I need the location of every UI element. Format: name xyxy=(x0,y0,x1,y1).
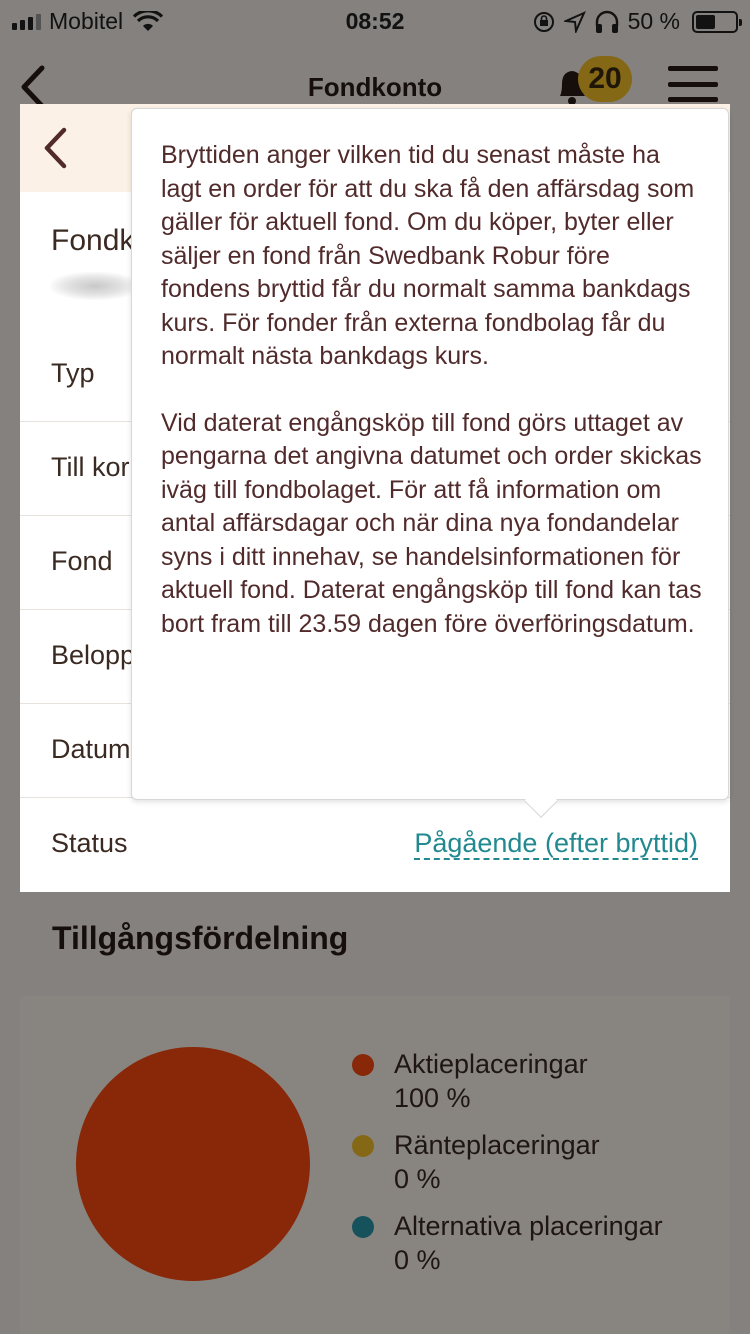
row-label: Datum xyxy=(51,734,131,764)
row-label: Typ xyxy=(51,358,95,388)
status-info-link[interactable]: Pågående (efter bryttid) xyxy=(414,828,698,860)
tooltip-paragraph: Vid daterat engångsköp till fond görs ut… xyxy=(161,408,702,638)
row-label: Belopp xyxy=(51,640,136,670)
row-label: Till kor xyxy=(51,452,130,482)
back-arrow-icon[interactable] xyxy=(38,124,74,172)
bryttid-tooltip: Bryttiden anger vilken tid du senast mås… xyxy=(131,108,729,818)
row-label: Status xyxy=(51,828,128,858)
blurred-account-number xyxy=(50,272,140,300)
detail-row-status: Status Pågående (efter bryttid) xyxy=(20,797,730,891)
tooltip-paragraph: Bryttiden anger vilken tid du senast mås… xyxy=(161,141,695,370)
card-title: Fondk xyxy=(51,224,135,257)
row-label: Fond xyxy=(51,546,113,576)
